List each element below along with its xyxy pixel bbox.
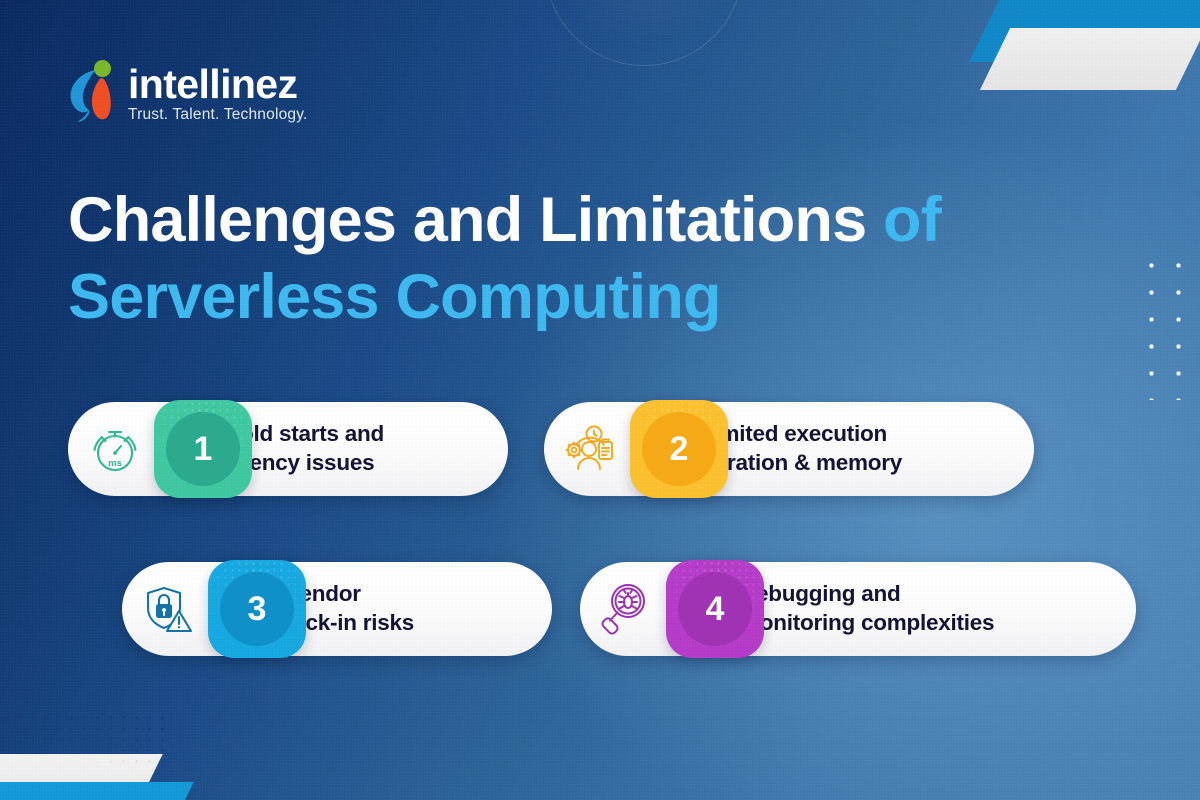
- card-row-2: 3 Vendor lock-in risks 4 Debugging and m…: [0, 560, 1200, 722]
- challenge-card-4[interactable]: 4 Debugging and monitoring complexities: [580, 560, 1136, 658]
- card-3-number: 3: [220, 572, 294, 646]
- card-3-number-badge: 3: [208, 560, 306, 658]
- title-line1-accent: of: [883, 185, 942, 255]
- challenge-card-1[interactable]: ms 1 Cold starts and latency issues: [68, 400, 508, 498]
- challenge-card-2[interactable]: 2 Limited execution duration & memory: [544, 400, 1034, 498]
- magnifier-bug-icon: [580, 582, 672, 636]
- stopwatch-ms-icon: ms: [68, 422, 160, 476]
- dot-grid-decoration: [1136, 250, 1200, 400]
- infographic-canvas: intellinez Trust. Talent. Technology. Ch…: [0, 0, 1200, 800]
- brand-tagline: Trust. Talent. Technology.: [128, 105, 308, 123]
- card-4-number-badge: 4: [666, 560, 764, 658]
- card-1-number: 1: [166, 412, 240, 486]
- user-gear-clock-clipboard-icon: [544, 423, 636, 475]
- bottom-left-blue-parallelogram: [0, 782, 194, 800]
- card-4-number: 4: [678, 572, 752, 646]
- shield-lock-warning-icon: [122, 583, 214, 635]
- halo-circle-decoration: [545, 0, 743, 66]
- brand-logo[interactable]: intellinez Trust. Talent. Technology.: [66, 58, 308, 128]
- card-2-number: 2: [642, 412, 716, 486]
- challenge-card-grid: ms 1 Cold starts and latency issues: [0, 400, 1200, 722]
- intellinez-leaf-logo-icon: [70, 60, 111, 122]
- top-right-white-parallelogram: [979, 28, 1200, 90]
- card-row-1: ms 1 Cold starts and latency issues: [0, 400, 1200, 562]
- title-line2: Serverless Computing: [68, 262, 722, 333]
- page-title: Challenges and Limitations of Serverless…: [68, 182, 1138, 337]
- card-2-number-badge: 2: [630, 400, 728, 498]
- svg-text:ms: ms: [108, 458, 122, 469]
- title-line1-white: Challenges and Limitations: [68, 185, 884, 255]
- card-1-number-badge: 1: [154, 400, 252, 498]
- brand-name: intellinez: [128, 60, 298, 107]
- challenge-card-3[interactable]: 3 Vendor lock-in risks: [122, 560, 552, 658]
